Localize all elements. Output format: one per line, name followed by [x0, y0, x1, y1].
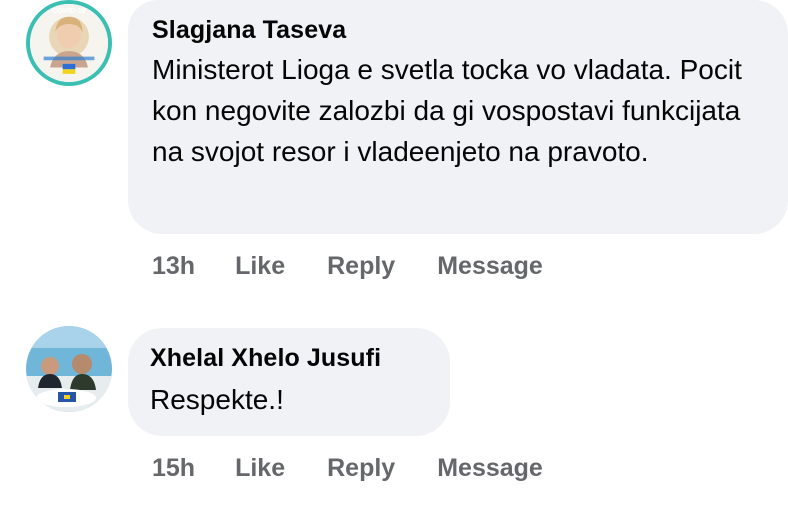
- comment-actions: 15h Like Reply Message: [152, 454, 585, 483]
- avatar[interactable]: COVID-19: [26, 0, 112, 86]
- comment-actions: 13h Like Reply Message: [152, 252, 585, 281]
- comment-text: Respekte.!: [150, 384, 284, 415]
- avatar-frame-text: COVID-19: [52, 6, 85, 15]
- comment-text: Ministerot Lioga e svetla tocka vo vlada…: [152, 54, 742, 167]
- reply-button[interactable]: Reply: [327, 252, 395, 281]
- like-button[interactable]: Like: [235, 252, 285, 281]
- message-button[interactable]: Message: [437, 252, 543, 281]
- like-button[interactable]: Like: [235, 454, 285, 483]
- timestamp[interactable]: 13h: [152, 252, 195, 281]
- comment-bubble: Xhelal Xhelo Jusufi Respekte.!: [128, 328, 450, 436]
- reply-button[interactable]: Reply: [327, 454, 395, 483]
- profile-photo-covid-frame-icon: COVID-19: [30, 4, 108, 82]
- avatar[interactable]: [26, 326, 112, 412]
- comment-bubble: Slagjana Taseva Ministerot Lioga e svetl…: [128, 0, 788, 234]
- profile-photo-two-men-icon: [26, 326, 112, 412]
- author-name[interactable]: Xhelal Xhelo Jusufi: [150, 344, 430, 373]
- author-name[interactable]: Slagjana Taseva: [152, 16, 766, 45]
- message-button[interactable]: Message: [437, 454, 543, 483]
- timestamp[interactable]: 15h: [152, 454, 195, 483]
